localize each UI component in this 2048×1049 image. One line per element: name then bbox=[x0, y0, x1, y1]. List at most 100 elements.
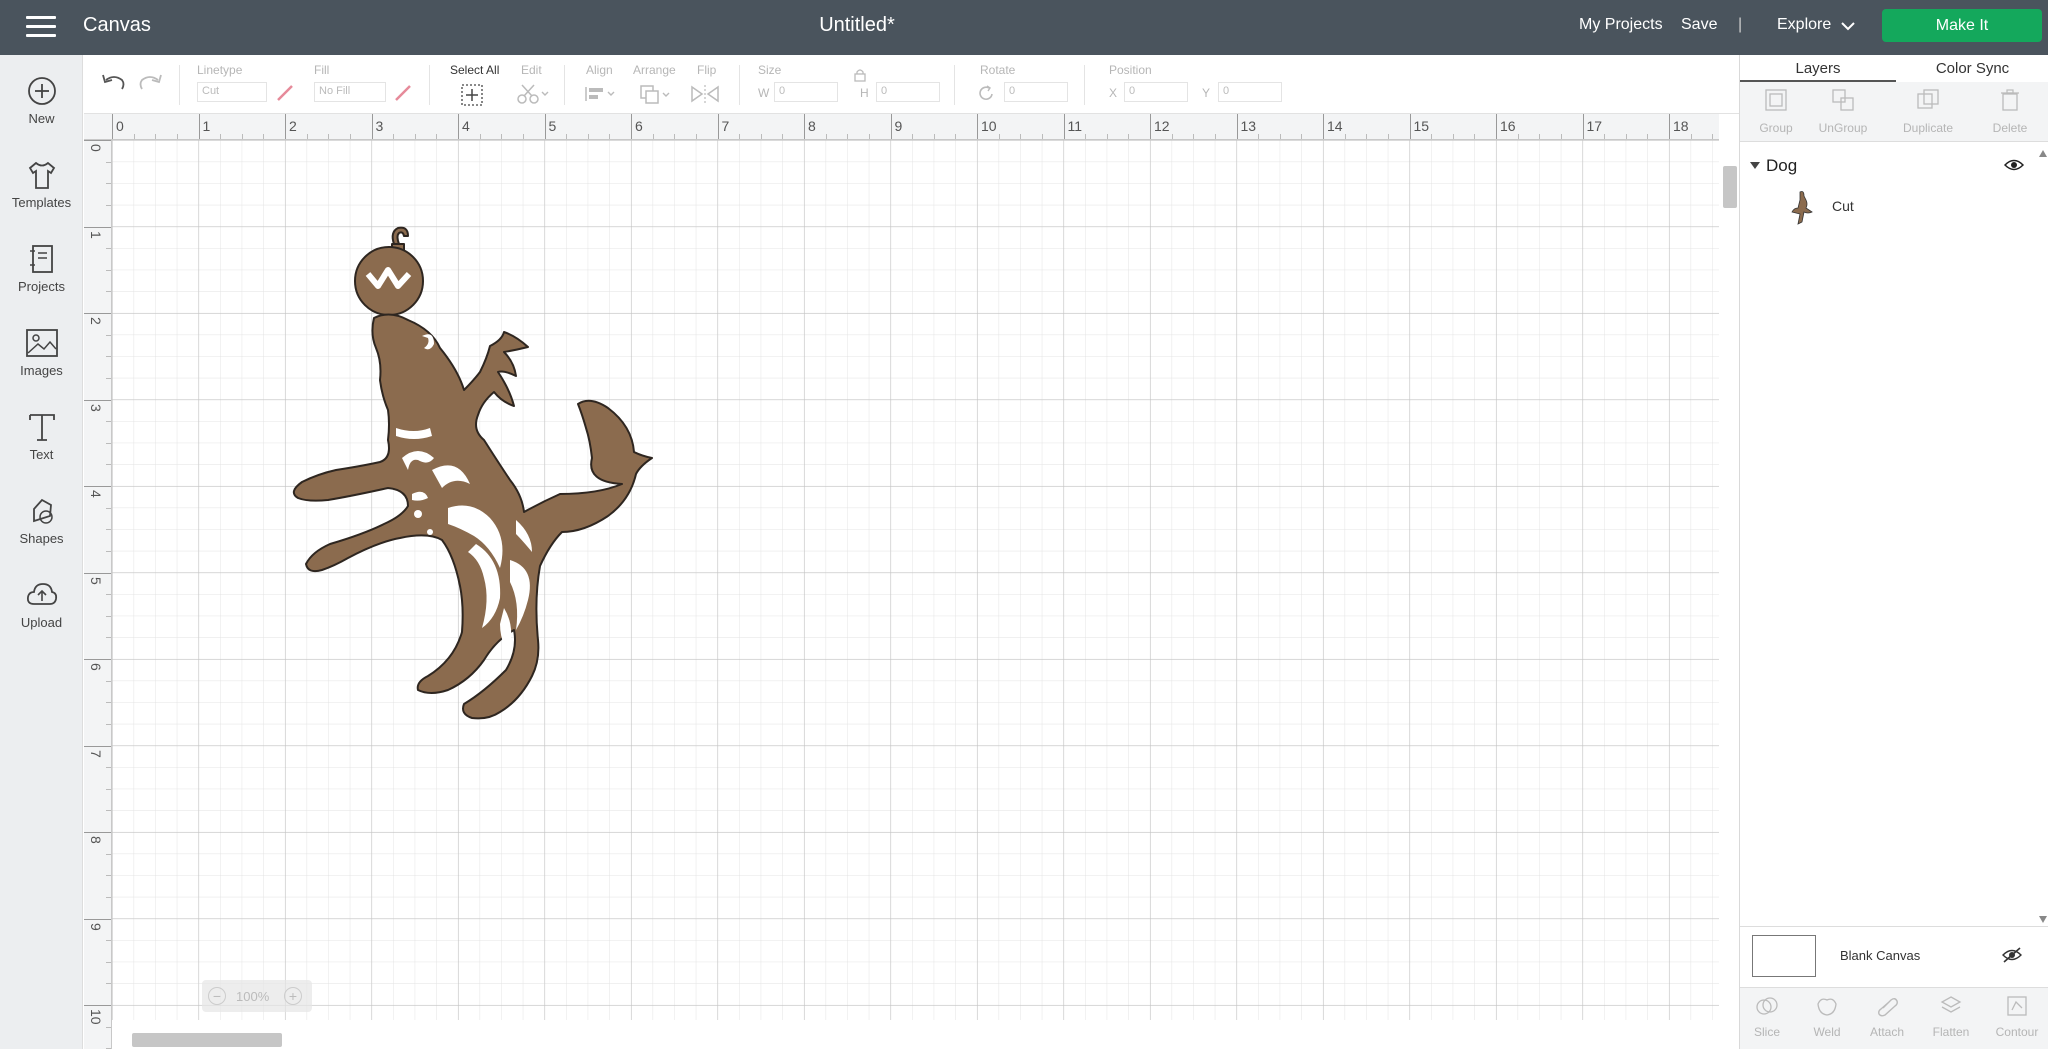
height-input[interactable]: 0 bbox=[876, 82, 940, 102]
width-input[interactable]: 0 bbox=[774, 82, 838, 102]
ruler-label: 11 bbox=[1067, 118, 1083, 134]
tab-color-sync[interactable]: Color Sync bbox=[1896, 55, 2048, 82]
save-button[interactable]: Save bbox=[1681, 16, 1717, 34]
redo-icon[interactable] bbox=[138, 72, 164, 92]
toolbar-separator bbox=[564, 65, 565, 105]
ruler-tick bbox=[1496, 114, 1497, 139]
ungroup-button[interactable]: UnGroup bbox=[1806, 88, 1880, 135]
contour-button[interactable]: Contour bbox=[1992, 994, 2042, 1039]
ruler-label: 10 bbox=[88, 1009, 104, 1025]
flip-label: Flip bbox=[697, 63, 717, 77]
scroll-down-arrow[interactable] bbox=[2039, 916, 2047, 924]
linetype-color-swatch[interactable] bbox=[276, 84, 294, 102]
arrange-icon[interactable] bbox=[638, 83, 672, 105]
blank-canvas-row[interactable]: Blank Canvas bbox=[1740, 926, 2048, 980]
document-title[interactable]: Untitled* bbox=[0, 14, 1714, 37]
delete-button[interactable]: Delete bbox=[1980, 88, 2040, 135]
fill-color-swatch[interactable] bbox=[394, 84, 412, 102]
ruler-label: 3 bbox=[375, 118, 384, 134]
ruler-tick bbox=[84, 659, 111, 660]
ruler-label: 0 bbox=[116, 118, 124, 134]
make-it-button[interactable]: Make It bbox=[1882, 9, 2042, 42]
edit-scissors-icon[interactable] bbox=[516, 83, 550, 105]
zoom-out-button[interactable]: − bbox=[208, 987, 226, 1005]
contour-label: Contour bbox=[1995, 1025, 2039, 1039]
position-label: Position bbox=[1109, 63, 1152, 77]
rotate-icon[interactable] bbox=[978, 85, 996, 103]
select-all-icon[interactable] bbox=[460, 83, 484, 107]
caret-down-icon[interactable] bbox=[1750, 162, 1760, 170]
sidebar-item-new[interactable]: New bbox=[0, 75, 83, 149]
align-icon[interactable] bbox=[584, 85, 616, 103]
rotate-input[interactable]: 0 bbox=[1004, 82, 1068, 102]
ruler-tick bbox=[977, 114, 978, 139]
flatten-button[interactable]: Flatten bbox=[1926, 994, 1976, 1039]
ruler-label: 13 bbox=[1240, 118, 1257, 134]
horizontal-scroll-thumb[interactable] bbox=[132, 1033, 282, 1047]
canvas-swatch[interactable] bbox=[1752, 935, 1816, 977]
duplicate-button[interactable]: Duplicate bbox=[1888, 88, 1968, 135]
attach-button[interactable]: Attach bbox=[1862, 994, 1912, 1039]
slice-button[interactable]: Slice bbox=[1742, 994, 1792, 1039]
explore-menu[interactable]: Explore bbox=[1777, 16, 1831, 34]
tab-layers[interactable]: Layers bbox=[1740, 55, 1896, 82]
y-position-input[interactable]: 0 bbox=[1218, 82, 1282, 102]
ruler-label: 17 bbox=[1586, 118, 1603, 134]
canvas-grid[interactable] bbox=[112, 140, 1719, 1020]
x-position-input[interactable]: 0 bbox=[1124, 82, 1188, 102]
linetype-label: Linetype bbox=[197, 63, 243, 77]
linetype-select[interactable]: Cut bbox=[197, 82, 267, 102]
eye-hidden-icon[interactable] bbox=[2002, 947, 2022, 963]
sidebar-item-label: Upload bbox=[20, 615, 63, 630]
dog-design[interactable] bbox=[112, 140, 1719, 1020]
toolbar-separator bbox=[429, 65, 430, 105]
ruler-label: 3 bbox=[88, 403, 104, 412]
sidebar-item-templates[interactable]: Templates bbox=[0, 159, 83, 233]
ruler-label: 18 bbox=[1673, 118, 1689, 134]
chevron-down-icon[interactable] bbox=[1841, 21, 1855, 31]
ruler-tick bbox=[84, 918, 111, 920]
sidebar-item-images[interactable]: Images bbox=[0, 327, 83, 401]
ruler-tick bbox=[84, 1005, 111, 1006]
zoom-in-button[interactable]: + bbox=[284, 987, 302, 1005]
ruler-tick bbox=[84, 832, 111, 833]
my-projects-link[interactable]: My Projects bbox=[1579, 16, 1663, 34]
undo-icon[interactable] bbox=[100, 72, 126, 92]
fill-label: Fill bbox=[314, 63, 330, 77]
weld-button[interactable]: Weld bbox=[1802, 994, 1852, 1039]
scroll-up-arrow[interactable] bbox=[2039, 150, 2047, 158]
vertical-scroll-thumb[interactable] bbox=[1723, 166, 1737, 208]
horizontal-scrollbar[interactable] bbox=[112, 1029, 1719, 1049]
layer-item-cut[interactable]: Cut bbox=[1748, 186, 2038, 234]
menu-icon[interactable] bbox=[26, 16, 56, 38]
ruler-tick bbox=[458, 114, 459, 139]
ruler-tick bbox=[84, 226, 111, 228]
sidebar-item-projects[interactable]: Projects bbox=[0, 243, 83, 317]
ruler-tick bbox=[84, 140, 111, 141]
ruler-tick bbox=[804, 114, 805, 139]
fill-select[interactable]: No Fill bbox=[314, 82, 386, 102]
paperclip-icon bbox=[1878, 998, 1898, 1017]
ruler-tick bbox=[717, 114, 719, 139]
flip-icon[interactable] bbox=[689, 83, 725, 105]
eye-icon[interactable] bbox=[2004, 158, 2024, 172]
design-canvas[interactable]: 0 1 2 3 4 5 6 7 8 9 10 11 12 13 14 15 16 17 18 01234567891… bbox=[84, 114, 1739, 1049]
sidebar-item-text[interactable]: Text bbox=[0, 411, 83, 485]
layer-tools: Group UnGroup Duplicate Delete bbox=[1740, 82, 2048, 142]
sidebar-item-upload[interactable]: Upload bbox=[0, 579, 83, 653]
toolbar-separator bbox=[1084, 65, 1085, 105]
ruler-label: 2 bbox=[289, 118, 297, 134]
edit-label: Edit bbox=[521, 63, 542, 77]
duplicate-icon bbox=[1917, 89, 1939, 109]
blank-canvas-label: Blank Canvas bbox=[1840, 948, 1921, 963]
lock-icon[interactable] bbox=[854, 68, 866, 82]
sidebar-item-shapes[interactable]: Shapes bbox=[0, 495, 83, 569]
flatten-label: Flatten bbox=[1932, 1025, 1970, 1039]
ruler-tick bbox=[84, 745, 111, 747]
cloud-upload-icon bbox=[26, 583, 57, 605]
ruler-label: 1 bbox=[202, 118, 211, 134]
horizontal-ruler: 0 1 2 3 4 5 6 7 8 9 10 11 12 13 14 15 16 17 18 bbox=[84, 114, 1719, 140]
group-button[interactable]: Group bbox=[1746, 88, 1806, 135]
layer-group-dog[interactable]: Dog bbox=[1748, 152, 2038, 180]
vertical-scrollbar[interactable] bbox=[1719, 140, 1739, 1020]
